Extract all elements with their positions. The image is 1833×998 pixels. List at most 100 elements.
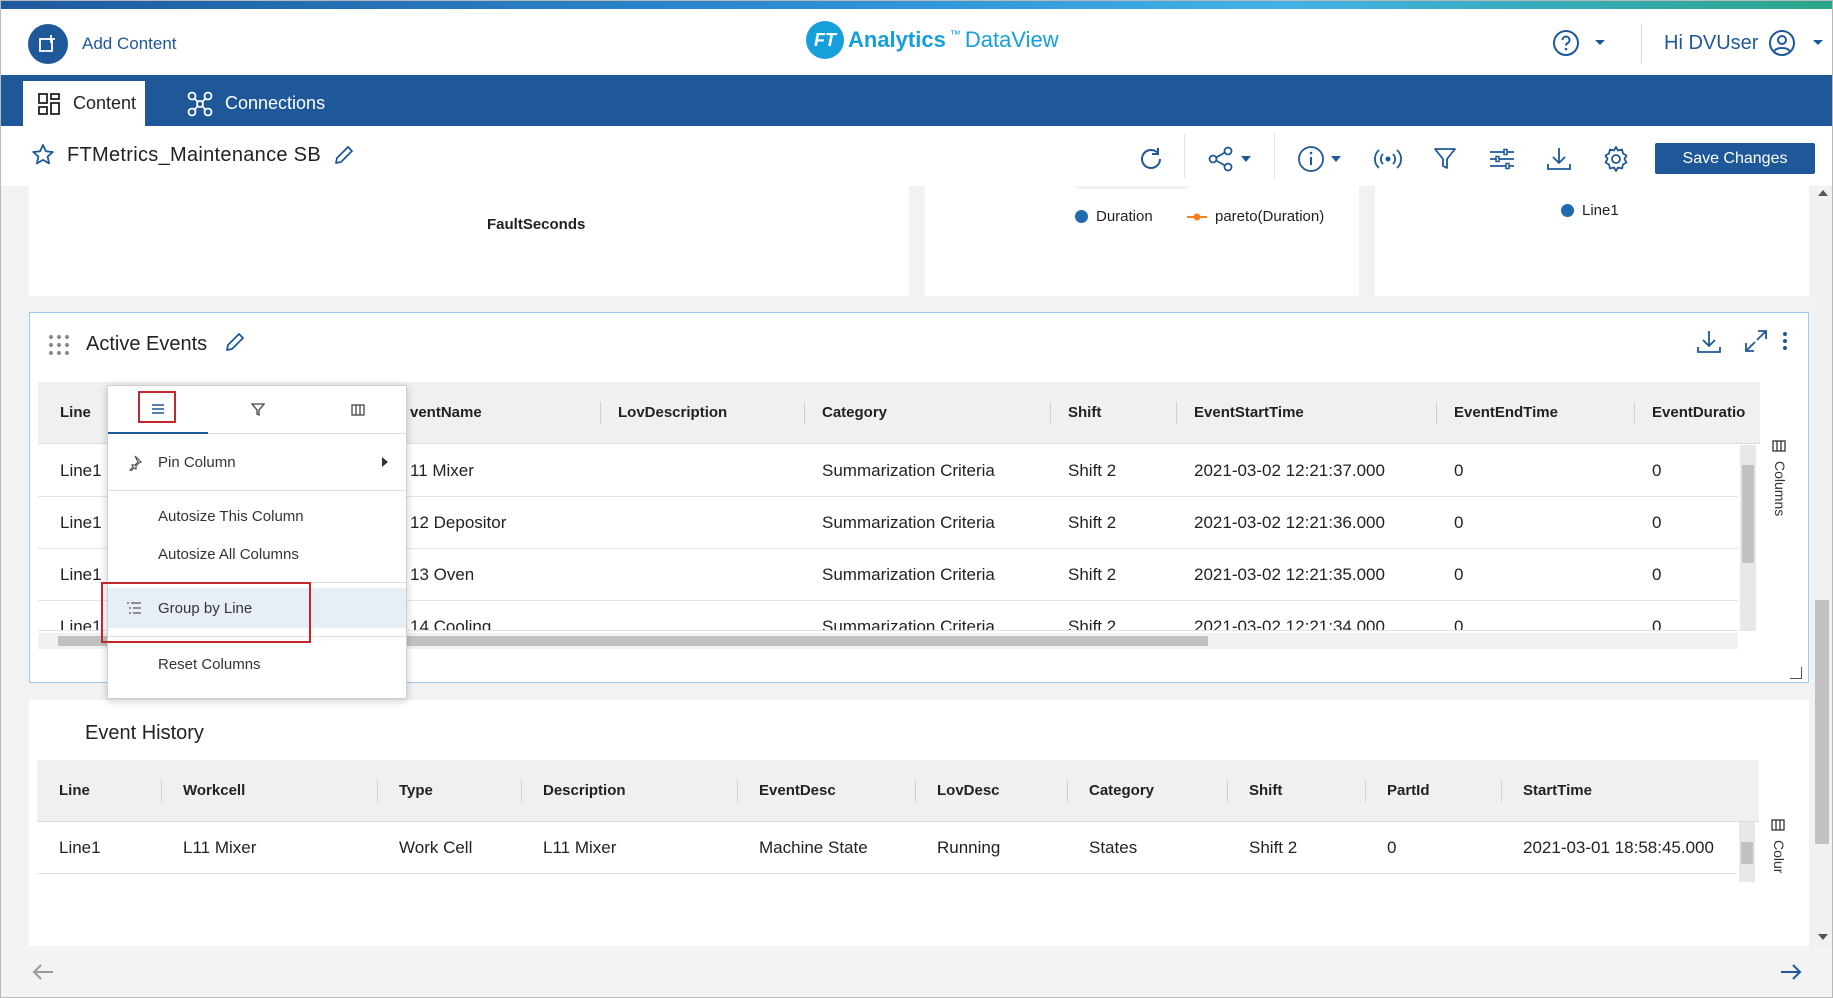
logo-trademark: ™ — [949, 29, 961, 41]
page-vertical-scrollbar[interactable] — [1811, 186, 1832, 946]
col-header-category[interactable]: Category — [822, 404, 887, 421]
header-divider — [1641, 23, 1642, 63]
app-window: Add Content FT Analytics ™ DataView Hi D… — [0, 0, 1833, 998]
user-menu[interactable]: Hi DVUser — [1664, 29, 1824, 57]
scroll-down-icon[interactable] — [1818, 934, 1828, 941]
col-header-shift[interactable]: Shift — [1068, 404, 1101, 421]
fault-seconds-label: FaultSeconds — [487, 216, 586, 233]
arrow-right-icon[interactable] — [1779, 962, 1803, 982]
col-header-eventdesc[interactable]: EventDesc — [759, 782, 836, 799]
add-content-button[interactable]: Add Content — [28, 24, 177, 64]
scrollbar-thumb[interactable] — [1815, 600, 1829, 844]
chevron-down-icon[interactable] — [1594, 39, 1606, 47]
fault-seconds-card: FaultSeconds — [29, 186, 909, 296]
col-header-partid[interactable]: PartId — [1387, 782, 1430, 799]
col-header-eventname[interactable]: ventName — [410, 404, 482, 421]
tab-content[interactable]: Content — [23, 81, 145, 126]
menu-item-reset-columns[interactable]: Reset Columns — [108, 644, 406, 684]
columns-icon — [351, 404, 365, 416]
page-title-group: FTMetrics_Maintenance SB — [31, 143, 355, 167]
share-icon[interactable] — [1201, 144, 1257, 174]
column-menu-tab-general[interactable] — [108, 386, 208, 434]
tab-connections[interactable]: Connections — [187, 81, 325, 126]
grid-vertical-scrollbar[interactable] — [1740, 445, 1756, 631]
gear-icon[interactable] — [1601, 144, 1631, 174]
edit-pencil-icon[interactable] — [224, 331, 246, 353]
legend-line1: Line1 — [1561, 202, 1619, 219]
columns-panel-toggle[interactable]: Columns — [1772, 439, 1788, 516]
add-content-icon — [28, 24, 68, 64]
columns-panel-label: Columns — [1772, 461, 1788, 517]
expand-icon[interactable] — [1744, 329, 1768, 353]
column-menu: Pin Column Autosize This Column Autosize… — [107, 385, 407, 699]
scrollbar-thumb[interactable] — [1741, 842, 1753, 864]
scrollbar-thumb[interactable] — [1742, 465, 1754, 563]
columns-icon — [1772, 440, 1786, 452]
tab-connections-label: Connections — [225, 93, 326, 113]
col-header-lovdesc[interactable]: LovDesc — [937, 782, 1000, 799]
add-content-label: Add Content — [82, 34, 177, 53]
edit-pencil-icon[interactable] — [333, 144, 355, 166]
event-history-card: Event History Line Workcell Type Descrip… — [29, 700, 1809, 946]
filter-icon[interactable] — [1430, 144, 1460, 174]
content-toolbar: FTMetrics_Maintenance SB Save Changes — [1, 126, 1832, 186]
info-icon[interactable] — [1291, 144, 1347, 174]
logo-product: DataView — [964, 27, 1059, 52]
resize-handle-icon[interactable] — [1790, 667, 1802, 679]
help-menu[interactable] — [1552, 29, 1606, 57]
col-header-eventduration[interactable]: EventDuratio — [1652, 404, 1745, 421]
scroll-up-icon[interactable] — [1818, 190, 1828, 197]
download-icon[interactable] — [1544, 144, 1574, 174]
grid-vertical-scrollbar[interactable] — [1739, 822, 1755, 882]
app-header: Add Content FT Analytics ™ DataView Hi D… — [1, 9, 1832, 75]
col-header-starttime[interactable]: StartTime — [1523, 782, 1592, 799]
group-list-icon — [127, 602, 141, 614]
arrow-left-icon[interactable] — [31, 962, 55, 982]
help-icon[interactable] — [1552, 29, 1580, 57]
col-header-lovdescription[interactable]: LovDescription — [618, 404, 727, 421]
broadcast-icon[interactable] — [1373, 144, 1403, 174]
pareto-swatch-icon — [1187, 213, 1207, 220]
drag-handle-icon[interactable] — [47, 333, 71, 357]
column-menu-tab-columns[interactable] — [308, 386, 408, 434]
menu-item-autosize-this[interactable]: Autosize This Column — [108, 496, 406, 536]
column-menu-tab-filter[interactable] — [208, 386, 308, 434]
menu-item-group-by[interactable]: Group by Line — [108, 588, 406, 628]
user-avatar-icon — [1769, 30, 1796, 56]
columns-panel-toggle[interactable]: Colur — [1771, 818, 1787, 878]
col-header-workcell[interactable]: Workcell — [183, 782, 245, 799]
menu-item-autosize-all[interactable]: Autosize All Columns — [108, 534, 406, 574]
sliders-icon[interactable] — [1487, 144, 1517, 174]
save-changes-button[interactable]: Save Changes — [1655, 143, 1815, 174]
star-icon[interactable] — [31, 143, 55, 167]
menu-item-pin-column[interactable]: Pin Column — [108, 442, 406, 482]
col-header-shift[interactable]: Shift — [1249, 782, 1282, 799]
user-greeting: Hi DVUser — [1664, 31, 1759, 54]
bottom-navigation — [1, 946, 1832, 997]
col-header-line[interactable]: Line — [60, 404, 91, 421]
tab-content-label: Content — [73, 93, 137, 113]
col-header-eventendtime[interactable]: EventEndTime — [1454, 404, 1558, 421]
chevron-down-icon[interactable] — [1812, 39, 1824, 47]
col-header-line[interactable]: Line — [59, 782, 90, 799]
chevron-right-icon — [382, 457, 388, 467]
download-icon[interactable] — [1696, 329, 1722, 355]
menu-lines-icon — [152, 404, 164, 414]
refresh-icon[interactable] — [1136, 144, 1166, 174]
col-header-category[interactable]: Category — [1089, 782, 1154, 799]
columns-panel-label: Colur — [1771, 840, 1787, 874]
grid-icon — [38, 92, 60, 115]
table-row[interactable]: Line1 L11 Mixer Work Cell L11 Mixer Mach… — [37, 822, 1737, 874]
logo-badge: FT — [806, 21, 844, 59]
more-vertical-icon[interactable] — [1781, 331, 1789, 351]
filter-icon — [251, 403, 265, 417]
toolbar-divider — [1274, 134, 1275, 178]
pareto-card: Duration pareto(Duration) — [925, 186, 1359, 296]
line-chart-card: Line1 — [1375, 186, 1809, 296]
logo-brand: Analytics — [848, 27, 946, 52]
col-header-eventstarttime[interactable]: EventStartTime — [1194, 404, 1304, 421]
col-header-description[interactable]: Description — [543, 782, 626, 799]
col-header-type[interactable]: Type — [399, 782, 433, 799]
event-history-grid-header: Line Workcell Type Description EventDesc… — [37, 760, 1759, 822]
columns-icon — [1771, 819, 1785, 831]
